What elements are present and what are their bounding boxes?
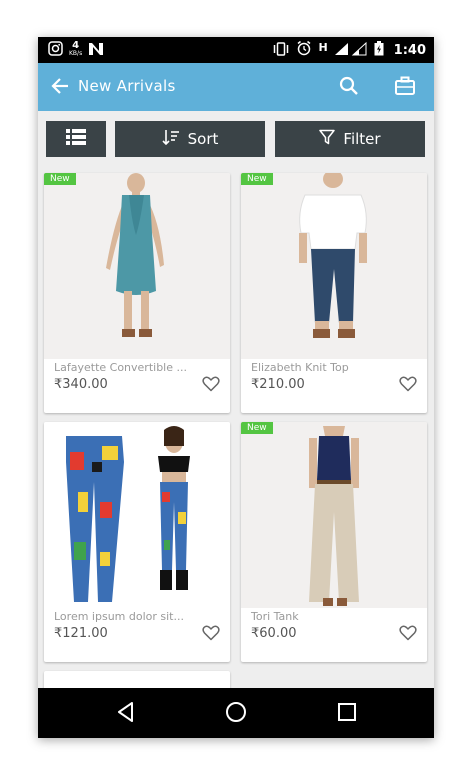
- product-image[interactable]: New: [241, 422, 427, 608]
- product-image[interactable]: [44, 422, 230, 608]
- n-app-icon: [88, 41, 104, 60]
- net-speed: 4 KB/s: [69, 40, 83, 58]
- product-price: ₹340.00: [54, 377, 108, 392]
- page-title: New Arrivals: [78, 77, 176, 95]
- search-icon[interactable]: [338, 75, 360, 101]
- product-name: Lorem ipsum dolor sit...: [54, 610, 184, 623]
- heart-icon[interactable]: [399, 625, 417, 645]
- filter-button[interactable]: Filter: [275, 121, 425, 157]
- product-image[interactable]: New: [44, 173, 230, 359]
- product-name: Tori Tank: [251, 610, 299, 623]
- filter-toolbar: Sort Filter: [38, 111, 434, 167]
- sort-button[interactable]: Sort: [115, 121, 265, 157]
- vibrate-icon: [272, 41, 290, 60]
- list-view-icon: [66, 129, 86, 149]
- arrow-back-icon[interactable]: [50, 75, 70, 101]
- nav-recents-icon[interactable]: [335, 700, 359, 728]
- product-price: ₹60.00: [251, 626, 297, 641]
- product-price: ₹121.00: [54, 626, 108, 641]
- list-view-button[interactable]: [46, 121, 106, 157]
- product-image[interactable]: New: [241, 173, 427, 359]
- heart-icon[interactable]: [202, 625, 220, 645]
- nav-back-icon[interactable]: [114, 700, 138, 728]
- heart-icon[interactable]: [399, 376, 417, 396]
- product-card[interactable]: New Elizabeth Knit Top ₹210.00: [241, 173, 427, 413]
- product-name: Elizabeth Knit Top: [251, 361, 349, 374]
- new-badge: New: [44, 173, 76, 185]
- system-nav-bar: [38, 688, 434, 738]
- product-price: ₹210.00: [251, 377, 305, 392]
- heart-icon[interactable]: [202, 376, 220, 396]
- product-card[interactable]: Lorem ipsum dolor sit... ₹121.00: [44, 422, 230, 662]
- briefcase-icon[interactable]: [394, 75, 416, 101]
- filter-icon: [319, 129, 336, 149]
- status-bar: 4 KB/s H 1:40: [38, 37, 434, 63]
- status-left: 4 KB/s: [48, 40, 104, 60]
- product-card[interactable]: New Tori Tank ₹60.00: [241, 422, 427, 662]
- battery-charging-icon: [374, 40, 384, 60]
- sort-icon: [162, 129, 180, 149]
- net-speed-unit: KB/s: [69, 50, 83, 57]
- new-badge: New: [241, 173, 273, 185]
- signal-icon: [334, 41, 368, 60]
- alarm-icon: [296, 40, 312, 60]
- clock: 1:40: [393, 42, 426, 58]
- phone-frame: 4 KB/s H 1:40 New Arrivals Sort Filter N…: [38, 37, 434, 738]
- nav-home-icon[interactable]: [224, 700, 248, 728]
- sort-label: Sort: [187, 130, 219, 148]
- filter-label: Filter: [343, 130, 381, 148]
- product-name: Lafayette Convertible ...: [54, 361, 187, 374]
- net-speed-value: 4: [72, 40, 80, 51]
- app-bar: New Arrivals: [38, 63, 434, 111]
- new-badge: New: [241, 422, 273, 434]
- status-right: H 1:40: [272, 40, 426, 60]
- instagram-icon: [48, 40, 63, 60]
- product-card[interactable]: New Lafayette Convertible ... ₹340.00: [44, 173, 230, 413]
- network-type: H: [318, 40, 328, 54]
